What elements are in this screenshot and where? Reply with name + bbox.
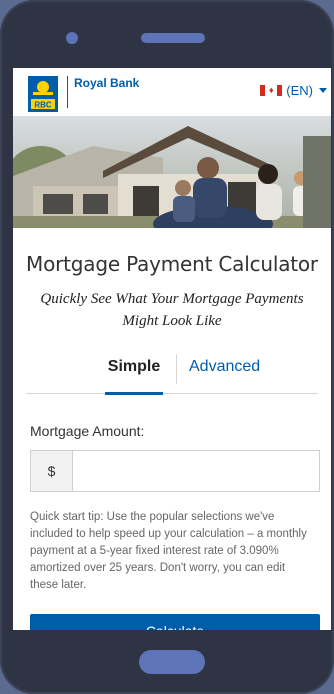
- mortgage-amount-field: $: [30, 450, 320, 492]
- hero-image: [13, 116, 331, 242]
- mortgage-amount-input[interactable]: [73, 451, 319, 491]
- camera-dot: [66, 32, 78, 44]
- rbc-logo[interactable]: RBC: [28, 76, 58, 112]
- quick-start-tip: Quick start tip: Use the popular selecti…: [30, 511, 307, 591]
- calculate-button[interactable]: Calculate: [30, 614, 320, 630]
- speaker-slot: [141, 33, 205, 43]
- brand-name: Royal Bank: [74, 76, 140, 90]
- rbc-logo-text: RBC: [34, 101, 52, 110]
- tab-divider: [176, 354, 177, 384]
- calculator-tabs: Simple Advanced: [26, 354, 318, 395]
- tab-simple[interactable]: Simple: [105, 354, 163, 395]
- canada-flag-icon: ♦: [260, 85, 283, 96]
- phone-screen: RBC Royal Bank ♦ (EN) Mortgage Payment C…: [13, 68, 331, 630]
- site-header: RBC Royal Bank ♦ (EN): [13, 68, 331, 116]
- page-title: Mortgage Payment Calculator: [26, 252, 318, 276]
- chevron-down-icon: [319, 88, 327, 93]
- language-label: (EN): [286, 83, 313, 98]
- page-subtitle: Quickly See What Your Mortgage Payments …: [40, 291, 304, 329]
- home-button[interactable]: [139, 650, 205, 674]
- tab-advanced[interactable]: Advanced: [189, 354, 260, 394]
- phone-frame: RBC Royal Bank ♦ (EN) Mortgage Payment C…: [0, 0, 334, 694]
- logo-divider: [67, 76, 68, 108]
- mortgage-amount-label: Mortgage Amount:: [30, 423, 145, 439]
- currency-addon: $: [31, 451, 73, 491]
- language-selector[interactable]: ♦ (EN): [260, 83, 327, 98]
